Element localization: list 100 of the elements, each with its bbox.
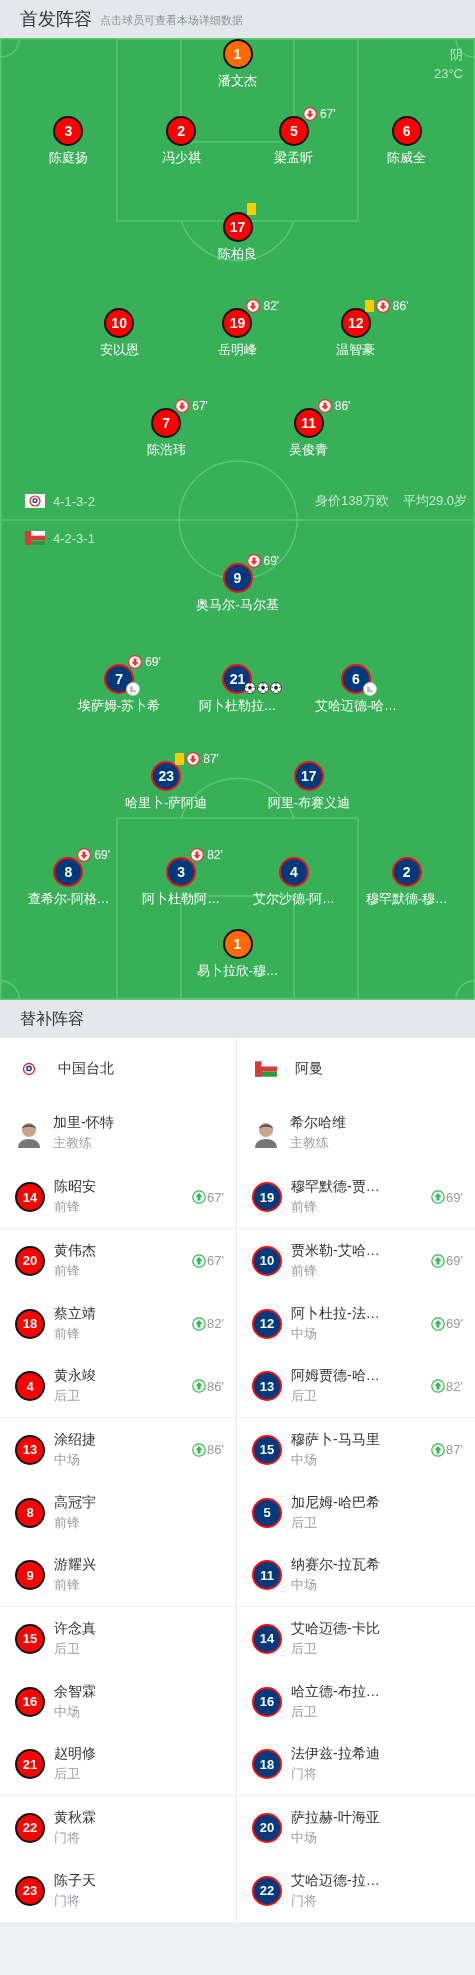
coach-role: 主教练 bbox=[53, 1134, 93, 1152]
flag-icon bbox=[25, 494, 45, 508]
substitution-on-icon bbox=[192, 1253, 207, 1268]
player-number[interactable]: 15 bbox=[15, 1623, 45, 1654]
substitution-minute: 86' bbox=[334, 399, 351, 413]
player-number[interactable]: 19 bbox=[222, 308, 253, 338]
player-number[interactable]: 21 bbox=[15, 1749, 45, 1779]
booking-card-icon bbox=[175, 753, 185, 765]
player-number[interactable]: 22 bbox=[252, 1875, 282, 1906]
team-value: 身价138万欧 bbox=[315, 492, 389, 510]
player-number[interactable]: 17 bbox=[293, 761, 324, 791]
player-name[interactable]: 阿姆贾德-哈… bbox=[291, 1367, 380, 1385]
player-number[interactable]: 21 bbox=[222, 664, 253, 694]
player-number[interactable]: 18 bbox=[252, 1749, 282, 1779]
player-position: 前锋 bbox=[54, 1513, 81, 1532]
player-name[interactable]: 高冠宇 bbox=[54, 1493, 96, 1512]
player-name[interactable]: 蔡立靖 bbox=[54, 1304, 96, 1323]
player-name[interactable]: 萨拉赫-叶海亚 bbox=[291, 1808, 380, 1827]
player-position: 前锋 bbox=[291, 1198, 318, 1216]
temperature: 23°C bbox=[433, 66, 463, 81]
player-number[interactable]: 17 bbox=[222, 212, 253, 242]
player-number[interactable]: 16 bbox=[15, 1686, 45, 1717]
substitution-off-icon bbox=[175, 399, 190, 413]
player-position: 后卫 bbox=[291, 1387, 318, 1405]
substitution-on-icon bbox=[431, 1316, 446, 1331]
player-number[interactable]: 9 bbox=[15, 1560, 45, 1590]
player-name[interactable]: 穆萨卜-马马里 bbox=[291, 1430, 380, 1449]
player-number[interactable]: 7 bbox=[151, 408, 182, 438]
player-name[interactable]: 贾米勒-艾哈… bbox=[291, 1241, 380, 1260]
player-position: 门将 bbox=[291, 1765, 318, 1783]
player-number[interactable]: 2 bbox=[166, 116, 197, 146]
player-name[interactable]: 艾哈迈德-拉… bbox=[291, 1871, 380, 1890]
player-number[interactable]: 6 bbox=[340, 664, 371, 694]
player-number[interactable]: 22 bbox=[15, 1812, 45, 1843]
player-number[interactable]: 8 bbox=[15, 1497, 45, 1528]
player-position: 门将 bbox=[54, 1828, 81, 1847]
player-number[interactable]: 12 bbox=[252, 1308, 282, 1339]
player-number[interactable]: 13 bbox=[15, 1434, 45, 1465]
player-number[interactable]: 4 bbox=[15, 1371, 45, 1401]
player-number[interactable]: 5 bbox=[278, 116, 309, 146]
player-number[interactable]: 12 bbox=[340, 308, 371, 338]
player-number[interactable]: 6 bbox=[391, 116, 422, 146]
average-age: 平均29.0岁 bbox=[402, 492, 467, 510]
player-name[interactable]: 赵明修 bbox=[54, 1745, 96, 1763]
substitution-on-icon bbox=[431, 1253, 446, 1268]
player-number[interactable]: 8 bbox=[53, 857, 84, 887]
section-title: 首发阵容 bbox=[20, 8, 92, 31]
player-name[interactable]: 纳赛尔-拉瓦希 bbox=[291, 1556, 380, 1574]
player-number[interactable]: 23 bbox=[151, 761, 182, 791]
player-number[interactable]: 10 bbox=[252, 1245, 282, 1276]
player-number[interactable]: 23 bbox=[15, 1875, 45, 1906]
player-number[interactable]: 18 bbox=[15, 1308, 45, 1339]
substitution-minute: 67' bbox=[207, 1189, 224, 1205]
substitution-on-icon bbox=[192, 1442, 207, 1457]
player-number[interactable]: 15 bbox=[252, 1434, 282, 1465]
player-number[interactable]: 11 bbox=[252, 1560, 282, 1590]
formation: 4-1-3-2 bbox=[53, 493, 95, 509]
player-number[interactable]: 14 bbox=[252, 1623, 282, 1654]
player-name[interactable]: 阿卜杜拉-法… bbox=[291, 1304, 380, 1323]
player-number[interactable]: 3 bbox=[53, 116, 84, 146]
substitution-on-icon bbox=[192, 1379, 207, 1393]
player-number[interactable]: 4 bbox=[278, 857, 309, 887]
substitution-minute: 87' bbox=[446, 1442, 463, 1457]
player-number[interactable]: 16 bbox=[252, 1686, 282, 1717]
player-position: 中场 bbox=[54, 1702, 81, 1721]
player-number[interactable]: 3 bbox=[166, 857, 197, 887]
player-number[interactable]: 20 bbox=[15, 1245, 45, 1276]
player-name[interactable]: 余智霖 bbox=[54, 1682, 96, 1701]
player-position: 前锋 bbox=[54, 1324, 81, 1343]
player-number[interactable]: 10 bbox=[104, 308, 135, 338]
player-position: 后卫 bbox=[291, 1702, 318, 1721]
substitution-on-icon bbox=[431, 1379, 446, 1393]
player-number[interactable]: 20 bbox=[252, 1812, 282, 1843]
substitution-minute: 67' bbox=[192, 399, 208, 413]
player-name[interactable]: 穆罕默德-贾… bbox=[291, 1178, 380, 1196]
player-name[interactable]: 黄永竣 bbox=[54, 1367, 96, 1385]
player-number[interactable]: 11 bbox=[293, 408, 324, 438]
substitution-minute: 69' bbox=[446, 1189, 463, 1205]
section-title: 替补阵容 bbox=[20, 1008, 84, 1029]
player-position: 后卫 bbox=[291, 1639, 318, 1658]
player-number[interactable]: 2 bbox=[391, 857, 422, 887]
player-name[interactable]: 涂绍捷 bbox=[54, 1430, 96, 1449]
substitution-minute: 69' bbox=[94, 848, 110, 862]
player-number[interactable]: 5 bbox=[252, 1497, 282, 1528]
player-name[interactable]: 黄伟杰 bbox=[54, 1241, 96, 1260]
player-number[interactable]: 19 bbox=[252, 1182, 282, 1212]
player-name[interactable]: 陈子天 bbox=[54, 1871, 96, 1890]
player-number[interactable]: 13 bbox=[252, 1371, 282, 1401]
player-number[interactable]: 14 bbox=[15, 1182, 45, 1212]
player-name[interactable]: 艾哈迈德-卡比 bbox=[291, 1619, 380, 1638]
player-name[interactable]: 游耀兴 bbox=[54, 1556, 96, 1574]
player-name[interactable]: 法伊兹-拉希迪 bbox=[291, 1745, 380, 1763]
player-number[interactable]: 9 bbox=[222, 563, 253, 593]
player-name[interactable]: 许念真 bbox=[54, 1619, 96, 1638]
player-name[interactable]: 黄秋霖 bbox=[54, 1808, 96, 1827]
player-name[interactable]: 陈昭安 bbox=[54, 1178, 96, 1196]
player-name[interactable]: 加尼姆-哈巴希 bbox=[291, 1493, 380, 1512]
substitution-off-icon bbox=[128, 655, 143, 669]
player-name[interactable]: 哈立德-布拉… bbox=[291, 1682, 380, 1701]
player-position: 后卫 bbox=[291, 1513, 318, 1532]
